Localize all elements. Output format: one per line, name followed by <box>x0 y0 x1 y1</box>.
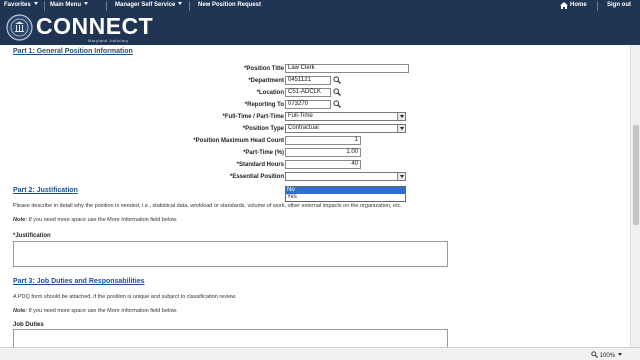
top-nav-bar: Favorites Main Menu Manager Self Service… <box>0 0 640 12</box>
manager-self-service-label: Manager Self Service <box>115 2 176 8</box>
reporting-to-input[interactable]: 073270 <box>285 100 331 109</box>
part-time-pct-input[interactable]: 1.00 <box>285 148 361 157</box>
nav-divider <box>597 1 598 11</box>
chevron-down-icon <box>397 125 405 132</box>
position-title-label: *Position Title <box>244 66 284 72</box>
note-text: If you need more space use the More Info… <box>27 308 178 314</box>
favorites-menu[interactable]: Favorites <box>4 2 38 8</box>
standard-hours-label: *Standard Hours <box>236 162 284 168</box>
search-icon[interactable] <box>333 76 341 84</box>
nav-divider <box>44 1 45 11</box>
position-type-value: Contractual <box>288 125 319 131</box>
zoom-icon <box>590 351 598 358</box>
chevron-down-icon <box>84 2 88 5</box>
justification-textarea[interactable] <box>13 241 448 267</box>
reporting-to-label: *Reporting To <box>244 102 284 108</box>
zoom-control[interactable]: 100% <box>590 351 622 359</box>
note-label: Note: <box>13 308 28 314</box>
job-duties-label: Job Duties <box>13 322 44 328</box>
sign-out-link[interactable]: Sign out <box>607 2 631 8</box>
favorites-label: Favorites <box>4 2 31 8</box>
full-part-time-value: Full-Time <box>288 113 313 119</box>
justification-label: *Justification <box>13 233 51 239</box>
home-link[interactable]: Home <box>570 2 587 8</box>
chevron-down-icon <box>178 2 183 5</box>
search-icon[interactable] <box>333 100 341 108</box>
full-part-time-select[interactable]: Full-Time <box>285 112 406 121</box>
part1-title: Part 1: General Position Information <box>13 48 133 55</box>
chevron-down-icon <box>397 113 405 120</box>
department-input[interactable]: 0451121 <box>285 76 331 85</box>
brand-logo: CONNECT <box>36 13 154 39</box>
note-text: If you need more space use the More Info… <box>27 217 178 223</box>
part2-title: Part 2: Justification <box>13 187 78 194</box>
location-label: *Location <box>256 90 284 96</box>
search-icon[interactable] <box>333 88 341 96</box>
part2-description: Please describe in detail why the positi… <box>13 203 402 209</box>
main-menu-label: Main Menu <box>50 2 81 8</box>
status-bar: 100% <box>0 347 640 360</box>
option-yes[interactable]: Yes <box>286 194 405 201</box>
essential-position-options: No Yes <box>285 186 406 202</box>
home-icon[interactable] <box>560 2 568 9</box>
note-label: Note: <box>13 217 28 223</box>
part3-description: A PDQ form should be attached, if the po… <box>13 294 237 300</box>
chevron-down-icon <box>397 173 405 180</box>
zoom-level: 100% <box>599 353 615 359</box>
chevron-down-icon <box>618 353 622 356</box>
option-no[interactable]: No <box>286 187 405 194</box>
position-type-select[interactable]: Contractual <box>285 124 406 133</box>
manager-self-service-menu[interactable]: Manager Self Service <box>115 2 183 8</box>
part3-note: Note: If you need more space use the Mor… <box>13 308 177 314</box>
job-duties-textarea[interactable] <box>13 329 448 347</box>
max-head-count-input[interactable]: 1 <box>285 136 361 145</box>
header-banner: CONNECT Maryland Judiciary <box>0 12 640 45</box>
part3-title: Part 3: Job Duties and Responsabilities <box>13 278 145 285</box>
full-part-time-label: *Full-Time / Part-Time <box>222 114 284 120</box>
breadcrumb-current-page: New Position Request <box>198 2 262 8</box>
scrollbar-thumb[interactable] <box>633 125 639 225</box>
vertical-scrollbar[interactable] <box>630 45 640 347</box>
department-label: *Department <box>248 78 284 84</box>
standard-hours-input[interactable]: 40 <box>285 160 361 169</box>
location-input[interactable]: C51-ADCLK <box>285 88 331 97</box>
nav-divider <box>106 1 107 11</box>
position-type-label: *Position Type <box>242 126 284 132</box>
main-content: Part 1: General Position Information *Po… <box>0 45 630 347</box>
part2-note: Note: If you need more space use the Mor… <box>13 217 177 223</box>
brand-subtitle: Maryland Judiciary <box>88 38 129 43</box>
judiciary-seal-icon <box>6 14 33 41</box>
essential-position-label: *Essential Position <box>229 174 284 180</box>
nav-divider <box>189 1 190 11</box>
chevron-down-icon <box>33 2 38 5</box>
max-head-count-label: *Position Maximum Head Count <box>193 138 284 144</box>
essential-position-select[interactable] <box>285 172 406 181</box>
part-time-pct-label: *Part-Time (%) <box>243 150 284 156</box>
main-menu[interactable]: Main Menu <box>50 2 88 8</box>
position-title-input[interactable]: Law Clerk <box>285 64 409 73</box>
